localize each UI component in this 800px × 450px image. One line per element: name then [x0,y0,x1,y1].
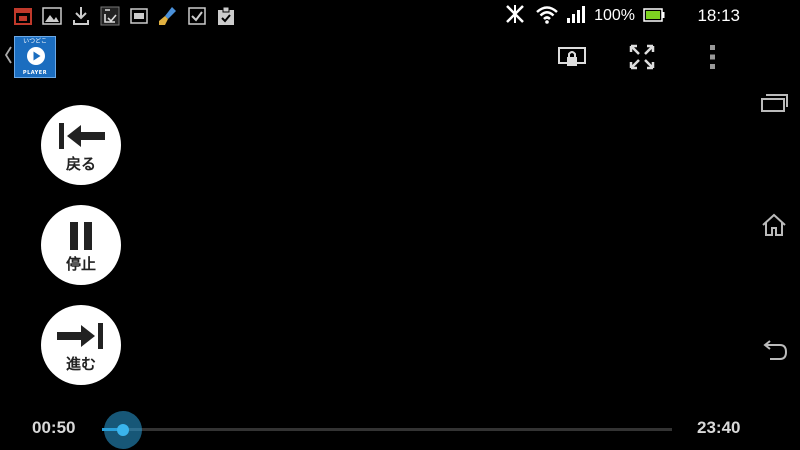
pause-icon [70,222,92,250]
cleaner-icon [157,5,179,27]
signal-icon [566,5,586,27]
recent-apps-icon [761,94,788,112]
back-icon [763,340,788,360]
status-bar: 100% 18:13 [0,0,800,32]
forward-label: 進む [65,355,96,373]
recent-apps-button[interactable] [758,87,790,119]
home-button[interactable] [758,209,790,241]
clipboard-check-icon [215,5,237,27]
overflow-menu-icon [710,45,715,69]
skip-back-icon [59,123,105,149]
rewind-label: 戻る [65,155,96,173]
app-logo-top-text: いつどこ [23,38,47,45]
battery-icon [643,7,665,26]
download-icon [70,5,92,27]
status-clock: 18:13 [697,6,740,25]
pause-button[interactable]: 停止 [41,205,121,285]
skip-forward-icon [57,323,103,349]
system-icons: 100% [504,5,665,27]
forward-button[interactable]: 進む [41,305,121,385]
fullscreen-button[interactable] [627,42,657,72]
current-time: 00:50 [32,418,76,437]
fullscreen-icon [629,44,655,70]
video-player-screen: 100% 18:13 いつどこ PLAYER 戻る 停止 進む 00:50 23… [0,0,800,450]
wifi-icon [536,4,558,28]
nfc-icon [504,3,528,29]
seek-track[interactable] [102,428,672,431]
app-logo[interactable]: いつどこ PLAYER [14,36,56,78]
pause-label: 停止 [65,255,96,273]
cast-lock-icon [558,47,586,66]
back-button[interactable] [758,335,790,367]
notification-icons [12,5,237,27]
rewind-button[interactable]: 戻る [41,105,121,185]
app-logo-bottom-text: PLAYER [22,70,48,76]
note-icon [128,5,150,27]
task-icon [99,5,121,27]
cast-lock-button[interactable] [557,42,587,72]
total-time: 23:40 [697,418,741,437]
overflow-menu-button[interactable] [697,42,727,72]
gallery-icon [41,5,63,27]
up-navigation-chevron-icon[interactable] [3,44,13,66]
home-icon [762,213,786,236]
battery-percent: 100% [594,7,635,24]
calendar-icon [12,5,34,27]
play-icon [27,47,45,65]
checkbox-icon [186,5,208,27]
seek-thumb[interactable] [116,424,129,436]
